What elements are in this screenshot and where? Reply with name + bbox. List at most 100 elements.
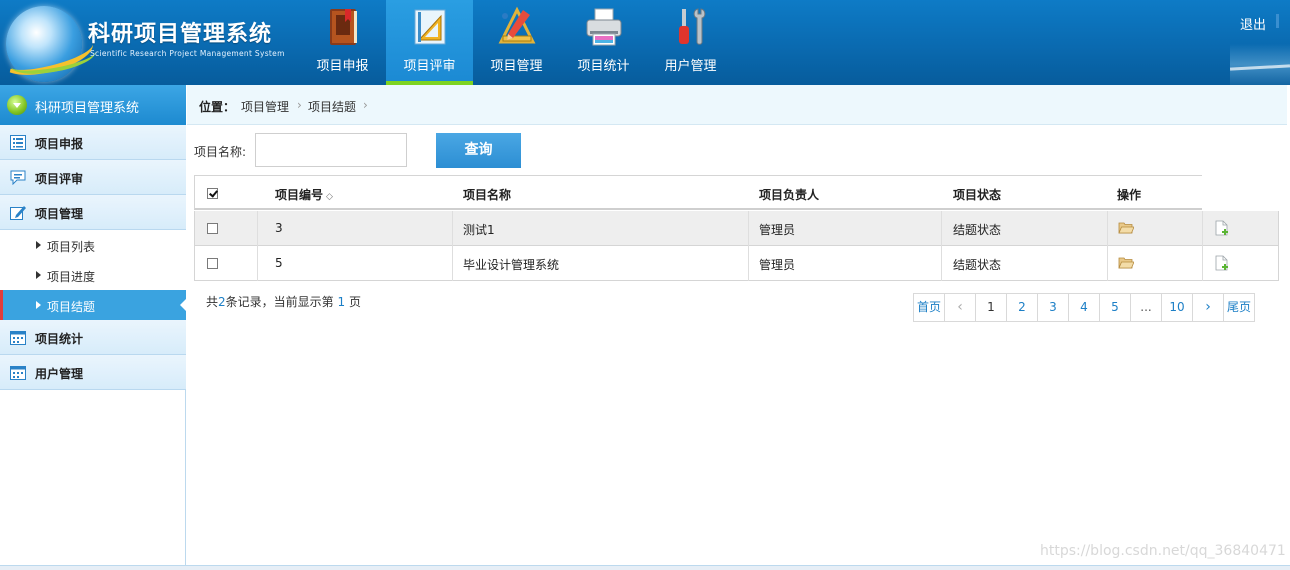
nav-label: 用户管理 — [664, 59, 717, 74]
page-button-5[interactable]: 5 — [1099, 293, 1131, 322]
caret-right-icon — [36, 271, 41, 279]
open-folder-icon[interactable] — [1118, 221, 1134, 234]
summary-page: 1 — [337, 295, 346, 309]
select-all-checkbox[interactable] — [207, 188, 218, 199]
summary-total: 2 — [218, 295, 226, 309]
next-page-button[interactable]: › — [1192, 293, 1224, 322]
app-logo: 科研项目管理系统 Scientific Research Project Man… — [0, 0, 300, 85]
sidebar-subitem-project-progress[interactable]: 项目进度 — [0, 260, 186, 290]
sidebar-item-project-apply[interactable]: 项目申报 — [0, 125, 186, 160]
sidebar-item-user-manage[interactable]: 用户管理 — [0, 355, 186, 390]
column-header-name: 项目名称 — [463, 188, 512, 202]
sidebar-header[interactable]: 科研项目管理系统 — [0, 85, 186, 125]
cell-project-id: 5 — [275, 256, 283, 270]
summary-prefix: 共 — [206, 295, 219, 309]
column-header-status: 项目状态 — [953, 188, 1002, 202]
first-page-button[interactable]: 首页 — [913, 293, 945, 322]
sidebar-item-label: 项目申报 — [35, 137, 84, 151]
nav-item-project-apply[interactable]: 项目申报 — [299, 0, 386, 85]
sidebar-item-project-stats[interactable]: 项目统计 — [0, 320, 186, 355]
summary-middle: 条记录，当前显示第 — [225, 295, 334, 309]
top-header: 科研项目管理系统 Scientific Research Project Man… — [0, 0, 1290, 85]
breadcrumb-position-label: 位置： — [199, 100, 236, 114]
cell-project-status: 结题状态 — [953, 258, 1002, 272]
column-divider — [257, 211, 258, 246]
sidebar: 科研项目管理系统 项目申报 项目评审 项目管理 项目列表 项目进度 项目结题 项… — [0, 85, 186, 570]
sidebar-item-label: 项目管理 — [35, 207, 84, 221]
page-button-2[interactable]: 2 — [1006, 293, 1038, 322]
sidebar-subitem-label: 项目进度 — [47, 270, 96, 284]
summary-suffix: 页 — [348, 295, 361, 309]
cell-project-status: 结题状态 — [953, 223, 1002, 237]
row-checkbox[interactable] — [207, 223, 218, 234]
breadcrumb-separator: › — [297, 98, 302, 112]
column-divider — [257, 246, 258, 281]
sidebar-subitem-project-list[interactable]: 项目列表 — [0, 230, 186, 260]
breadcrumb-separator: › — [363, 98, 368, 112]
top-nav: 项目申报 项目评审 项目管理 项目统计 用户管理 — [299, 0, 734, 85]
add-document-icon[interactable] — [1215, 255, 1229, 271]
cell-project-id: 3 — [275, 221, 283, 235]
breadcrumb-item-project-manage[interactable]: 项目管理 — [241, 98, 289, 115]
sidebar-item-project-review[interactable]: 项目评审 — [0, 160, 186, 195]
row-checkbox[interactable] — [207, 258, 218, 269]
page-button-4[interactable]: 4 — [1068, 293, 1100, 322]
nav-label: 项目统计 — [577, 59, 630, 74]
sort-icon[interactable]: ◇ — [326, 192, 333, 202]
sidebar-subitem-project-closure[interactable]: 项目结题 — [0, 290, 186, 320]
column-header-leader: 项目负责人 — [759, 188, 820, 202]
ruler-triangle-icon — [414, 9, 446, 45]
page-ellipsis: ... — [1130, 293, 1162, 322]
app-subtitle: Scientific Research Project Management S… — [90, 49, 285, 58]
nav-label: 项目管理 — [490, 59, 543, 74]
book-icon — [330, 9, 357, 45]
breadcrumb: 位置： 项目管理 › 项目结题 › — [187, 85, 1287, 125]
column-divider — [452, 246, 453, 281]
breadcrumb-item-project-closure[interactable]: 项目结题 — [308, 98, 356, 115]
column-divider — [452, 211, 453, 246]
sidebar-item-label: 项目评审 — [35, 172, 84, 186]
column-divider — [941, 246, 942, 281]
column-divider — [941, 211, 942, 246]
column-divider — [1107, 211, 1108, 246]
caret-right-icon — [36, 301, 41, 309]
add-document-icon[interactable] — [1215, 220, 1229, 236]
prev-page-button[interactable]: ‹ — [944, 293, 976, 322]
column-header-id[interactable]: 项目编号 ◇ — [275, 186, 333, 203]
column-header-label: 项目编号 — [275, 188, 324, 202]
bottom-border — [0, 565, 1290, 570]
column-divider — [1202, 211, 1203, 246]
query-button[interactable]: 查询 — [436, 133, 521, 168]
page-button-1[interactable]: 1 — [975, 293, 1007, 322]
nav-item-project-review[interactable]: 项目评审 — [386, 0, 473, 85]
tools-pencil-icon — [498, 6, 536, 44]
cell-project-name: 毕业设计管理系统 — [463, 258, 560, 272]
table-row: 3 测试1 管理员 结题状态 — [194, 211, 1279, 246]
column-divider — [748, 246, 749, 281]
sidebar-item-label: 用户管理 — [35, 367, 84, 381]
cell-project-leader: 管理员 — [759, 258, 796, 272]
nav-item-project-manage[interactable]: 项目管理 — [473, 0, 560, 85]
app-title: 科研项目管理系统 — [88, 22, 273, 47]
calendar-icon — [10, 331, 26, 345]
last-page-button[interactable]: 尾页 — [1223, 293, 1255, 322]
cell-project-name: 测试1 — [463, 223, 495, 237]
nav-label: 项目申报 — [316, 59, 369, 74]
collapse-arrow-icon — [7, 95, 27, 115]
record-summary: 共2条记录，当前显示第 1 页 — [206, 293, 361, 310]
page-button-3[interactable]: 3 — [1037, 293, 1069, 322]
list-icon — [10, 135, 26, 150]
page-button-10[interactable]: 10 — [1161, 293, 1193, 322]
nav-label: 项目评审 — [403, 59, 456, 74]
logout-link[interactable]: 退出 — [1240, 14, 1266, 33]
table-header: 项目编号 ◇ 项目名称 项目负责人 项目状态 操作 — [194, 175, 1202, 210]
nav-item-user-manage[interactable]: 用户管理 — [647, 0, 734, 85]
sidebar-item-label: 项目统计 — [35, 332, 84, 346]
logout-divider — [1276, 14, 1279, 28]
open-folder-icon[interactable] — [1118, 256, 1134, 269]
table-row: 5 毕业设计管理系统 管理员 结题状态 — [194, 246, 1279, 281]
sidebar-item-project-manage[interactable]: 项目管理 — [0, 195, 186, 230]
watermark: https://blog.csdn.net/qq_36840471 — [1040, 543, 1286, 559]
nav-item-project-stats[interactable]: 项目统计 — [560, 0, 647, 85]
project-name-input[interactable] — [255, 133, 407, 167]
